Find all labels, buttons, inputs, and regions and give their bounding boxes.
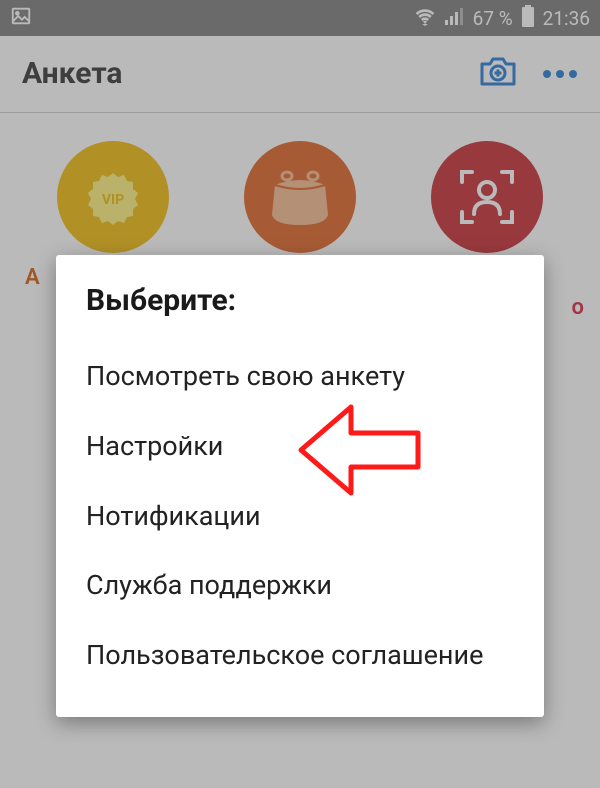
dialog-item-support[interactable]: Служба поддержки bbox=[86, 551, 514, 621]
dialog-item-notifications[interactable]: Нотификации bbox=[86, 482, 514, 552]
dialog-item-agreement[interactable]: Пользовательское соглашение bbox=[86, 621, 514, 691]
dialog-item-view-profile[interactable]: Посмотреть свою анкету bbox=[86, 342, 514, 412]
dialog-item-settings[interactable]: Настройки bbox=[86, 412, 514, 482]
dialog-title: Выберите: bbox=[86, 283, 514, 318]
options-dialog: Выберите: Посмотреть свою анкету Настрой… bbox=[56, 255, 544, 717]
